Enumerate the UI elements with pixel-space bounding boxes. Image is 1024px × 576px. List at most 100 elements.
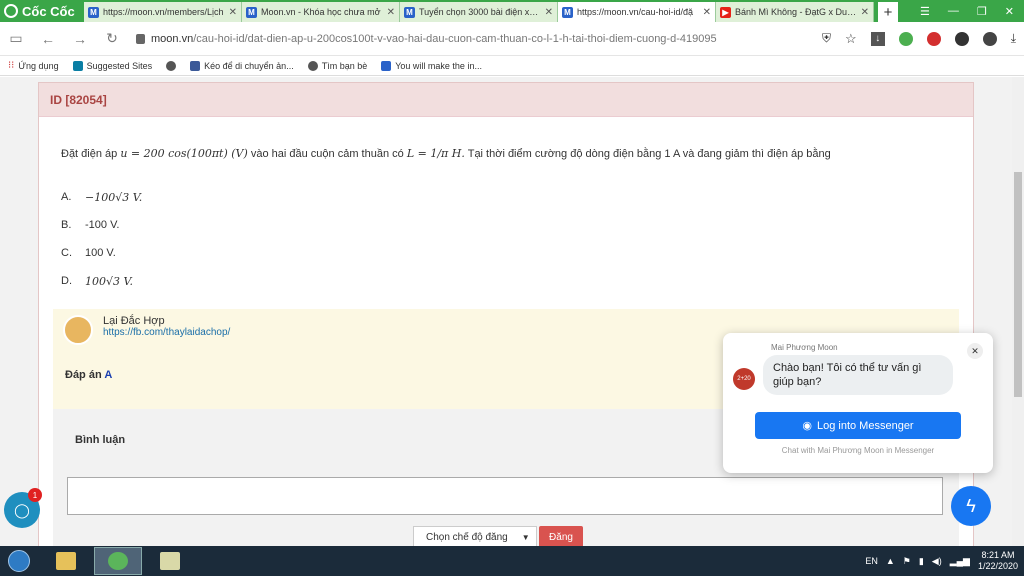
clock[interactable]: 8:21 AM 1/22/2020 [978, 550, 1018, 572]
bookmark-moon[interactable]: You will make the in... [381, 60, 482, 71]
author-block: Lại Đắc Hợp https://fb.com/thaylaidachop… [63, 315, 230, 345]
option-a[interactable]: A. −100√3 V. [61, 191, 142, 204]
clock-time: 8:21 AM [981, 550, 1015, 560]
notification-badge: 1 [28, 488, 42, 502]
profile-avatar[interactable] [982, 31, 997, 46]
close-window-icon[interactable]: ✕ [1005, 5, 1014, 18]
scrollbar-thumb[interactable] [1014, 172, 1022, 397]
taskbar-coccoc[interactable] [94, 547, 142, 575]
globe-icon [307, 60, 318, 71]
tab-youtube[interactable]: ▶ Bánh Mì Không - ĐạtG x DuUyên ✕ [716, 2, 874, 22]
bing-icon [72, 60, 83, 71]
bookmark-label: You will make the in... [395, 60, 482, 71]
tab-close-icon[interactable]: ✕ [703, 7, 711, 18]
post-mode-label: Chọn chế độ đăng [426, 531, 508, 543]
author-name: Lại Đắc Hợp [103, 315, 165, 327]
reload-icon[interactable]: ↻ [104, 30, 120, 47]
bookmark-drag[interactable] [166, 60, 177, 71]
math-voltage: u = 200 cos(100πt) (V) [120, 147, 248, 160]
messenger-extension-icon[interactable] [954, 31, 969, 46]
post-button[interactable]: Đăng [539, 526, 583, 546]
facebook-icon [190, 60, 201, 71]
address-bar-row: ▭ ← → ↻ moon.vn/cau-hoi-id/dat-dien-ap-u… [0, 22, 1024, 56]
tab-members[interactable]: M https://moon.vn/members/Lịch ✕ [84, 2, 242, 22]
volume-icon[interactable]: ◀) [932, 556, 942, 567]
url-path: /cau-hoi-id/dat-dien-ap-u-200cos100t-v-v… [193, 32, 717, 45]
toolbar-extensions: ⛨ ☆ ↓ ⤓ [822, 31, 1016, 47]
option-c[interactable]: C. 100 V. [61, 247, 116, 259]
new-tab-button[interactable]: + [878, 2, 898, 22]
messenger-fab-icon[interactable]: ϟ [951, 486, 991, 526]
option-value: -100 V. [85, 219, 120, 231]
moon-favicon-icon [381, 60, 392, 71]
bookmark-facebook[interactable]: Kéo để di chuyển ản... [190, 60, 294, 71]
tab-exercises[interactable]: M Tuyển chọn 3000 bài điện xoay ✕ [400, 2, 558, 22]
bookmark-label: Ứng dụng [18, 60, 59, 71]
back-icon[interactable]: ← [40, 31, 56, 47]
tab-title: https://moon.vn/cau-hoi-id/đặ [577, 7, 694, 17]
download-page-icon[interactable]: ↓ [870, 31, 885, 46]
start-button[interactable] [0, 546, 38, 576]
menu-icon[interactable]: ☰ [920, 5, 930, 18]
window-controls: ☰ — ❐ ✕ [920, 0, 1024, 22]
post-mode-select[interactable]: Chọn chế độ đăng ▼ [413, 526, 537, 546]
live-chat-fab[interactable]: ◯ 1 [4, 488, 42, 528]
answer-line: Đáp án A [65, 369, 112, 381]
network-icon[interactable]: ▮ [919, 556, 924, 567]
tab-close-icon[interactable]: ✕ [861, 7, 869, 18]
author-link[interactable]: https://fb.com/thaylaidachop/ [103, 327, 230, 338]
maximize-icon[interactable]: ❐ [977, 5, 987, 18]
folder-icon [56, 552, 76, 570]
log-into-messenger-button[interactable]: ◉ Log into Messenger [755, 412, 961, 439]
tab-close-icon[interactable]: ✕ [545, 7, 553, 18]
messenger-icon: ◉ [802, 420, 812, 432]
close-icon[interactable]: ✕ [967, 343, 983, 359]
tab-close-icon[interactable]: ✕ [387, 7, 395, 18]
moon-favicon-icon: M [404, 6, 415, 18]
minimize-icon[interactable]: — [948, 5, 959, 17]
browser-tab-bar: Cốc Cốc M https://moon.vn/members/Lịch ✕… [0, 0, 1024, 22]
bookmark-label: Kéo để di chuyển ản... [204, 60, 294, 71]
forward-icon[interactable]: → [72, 31, 88, 47]
windows-logo-icon [8, 550, 30, 572]
login-label: Log into Messenger [816, 419, 914, 432]
youtube-favicon-icon: ▶ [720, 6, 731, 18]
tab-courses[interactable]: M Moon.vn - Khóa học chưa mở ✕ [242, 2, 400, 22]
messenger-chat-popup: Mai Phương Moon 2+20 Chào bạn! Tôi có th… [723, 333, 993, 473]
bookmark-star-icon[interactable]: ☆ [845, 31, 857, 47]
chat-bubble-icon: ◯ [14, 501, 30, 518]
language-indicator[interactable]: EN [865, 556, 878, 566]
page-content: ID [82054] Đặt điện áp u = 200 cos(100πt… [0, 77, 1012, 546]
flag-icon[interactable]: ⚑ [903, 556, 911, 567]
sidebar-toggle-icon[interactable]: ▭ [8, 30, 24, 47]
downloads-icon[interactable]: ⤓ [1011, 31, 1016, 46]
math-inductance: L = 1/π H. [406, 147, 465, 160]
chat-footer: Chat with Mai Phương Moon in Messenger [781, 446, 935, 455]
tab-question[interactable]: M https://moon.vn/cau-hoi-id/đặ ✕ [558, 2, 716, 22]
moon-favicon-icon: M [246, 6, 257, 18]
bookmark-label: Suggested Sites [86, 60, 153, 71]
option-d[interactable]: D. 100√3 V. [61, 275, 133, 288]
option-key: C. [61, 247, 72, 259]
page-scrollbar[interactable] [1012, 77, 1024, 546]
system-tray: EN ▲ ⚑ ▮ ◀) ▂▄▆ 8:21 AM 1/22/2020 [865, 550, 1024, 572]
bookmark-suggested-sites[interactable]: Suggested Sites [72, 60, 153, 71]
taskbar-app[interactable] [146, 547, 194, 575]
tab-close-icon[interactable]: ✕ [229, 7, 237, 18]
show-hidden-icons-icon[interactable]: ▲ [886, 556, 895, 566]
option-b[interactable]: B. -100 V. [61, 219, 119, 231]
option-value: −100√3 V. [85, 191, 143, 204]
taskbar-explorer[interactable] [42, 547, 90, 575]
bookmark-apps[interactable]: ⁝⁝ Ứng dụng [8, 60, 59, 71]
shield-icon[interactable]: ⛨ [822, 31, 831, 46]
comment-textarea[interactable] [67, 477, 943, 515]
browser-brand[interactable]: Cốc Cốc [0, 0, 84, 22]
tab-title: Tuyển chọn 3000 bài điện xoay [419, 7, 541, 17]
opera-extension-icon[interactable] [926, 31, 941, 46]
bookmark-find-friends[interactable]: Tìm bạn bè [307, 60, 368, 71]
author-avatar[interactable] [63, 315, 93, 345]
signal-icon[interactable]: ▂▄▆ [950, 556, 970, 567]
url-field[interactable]: moon.vn/cau-hoi-id/dat-dien-ap-u-200cos1… [136, 26, 806, 52]
chrome-extension-icon[interactable] [898, 31, 913, 46]
bookmark-label: Tìm bạn bè [321, 60, 368, 71]
